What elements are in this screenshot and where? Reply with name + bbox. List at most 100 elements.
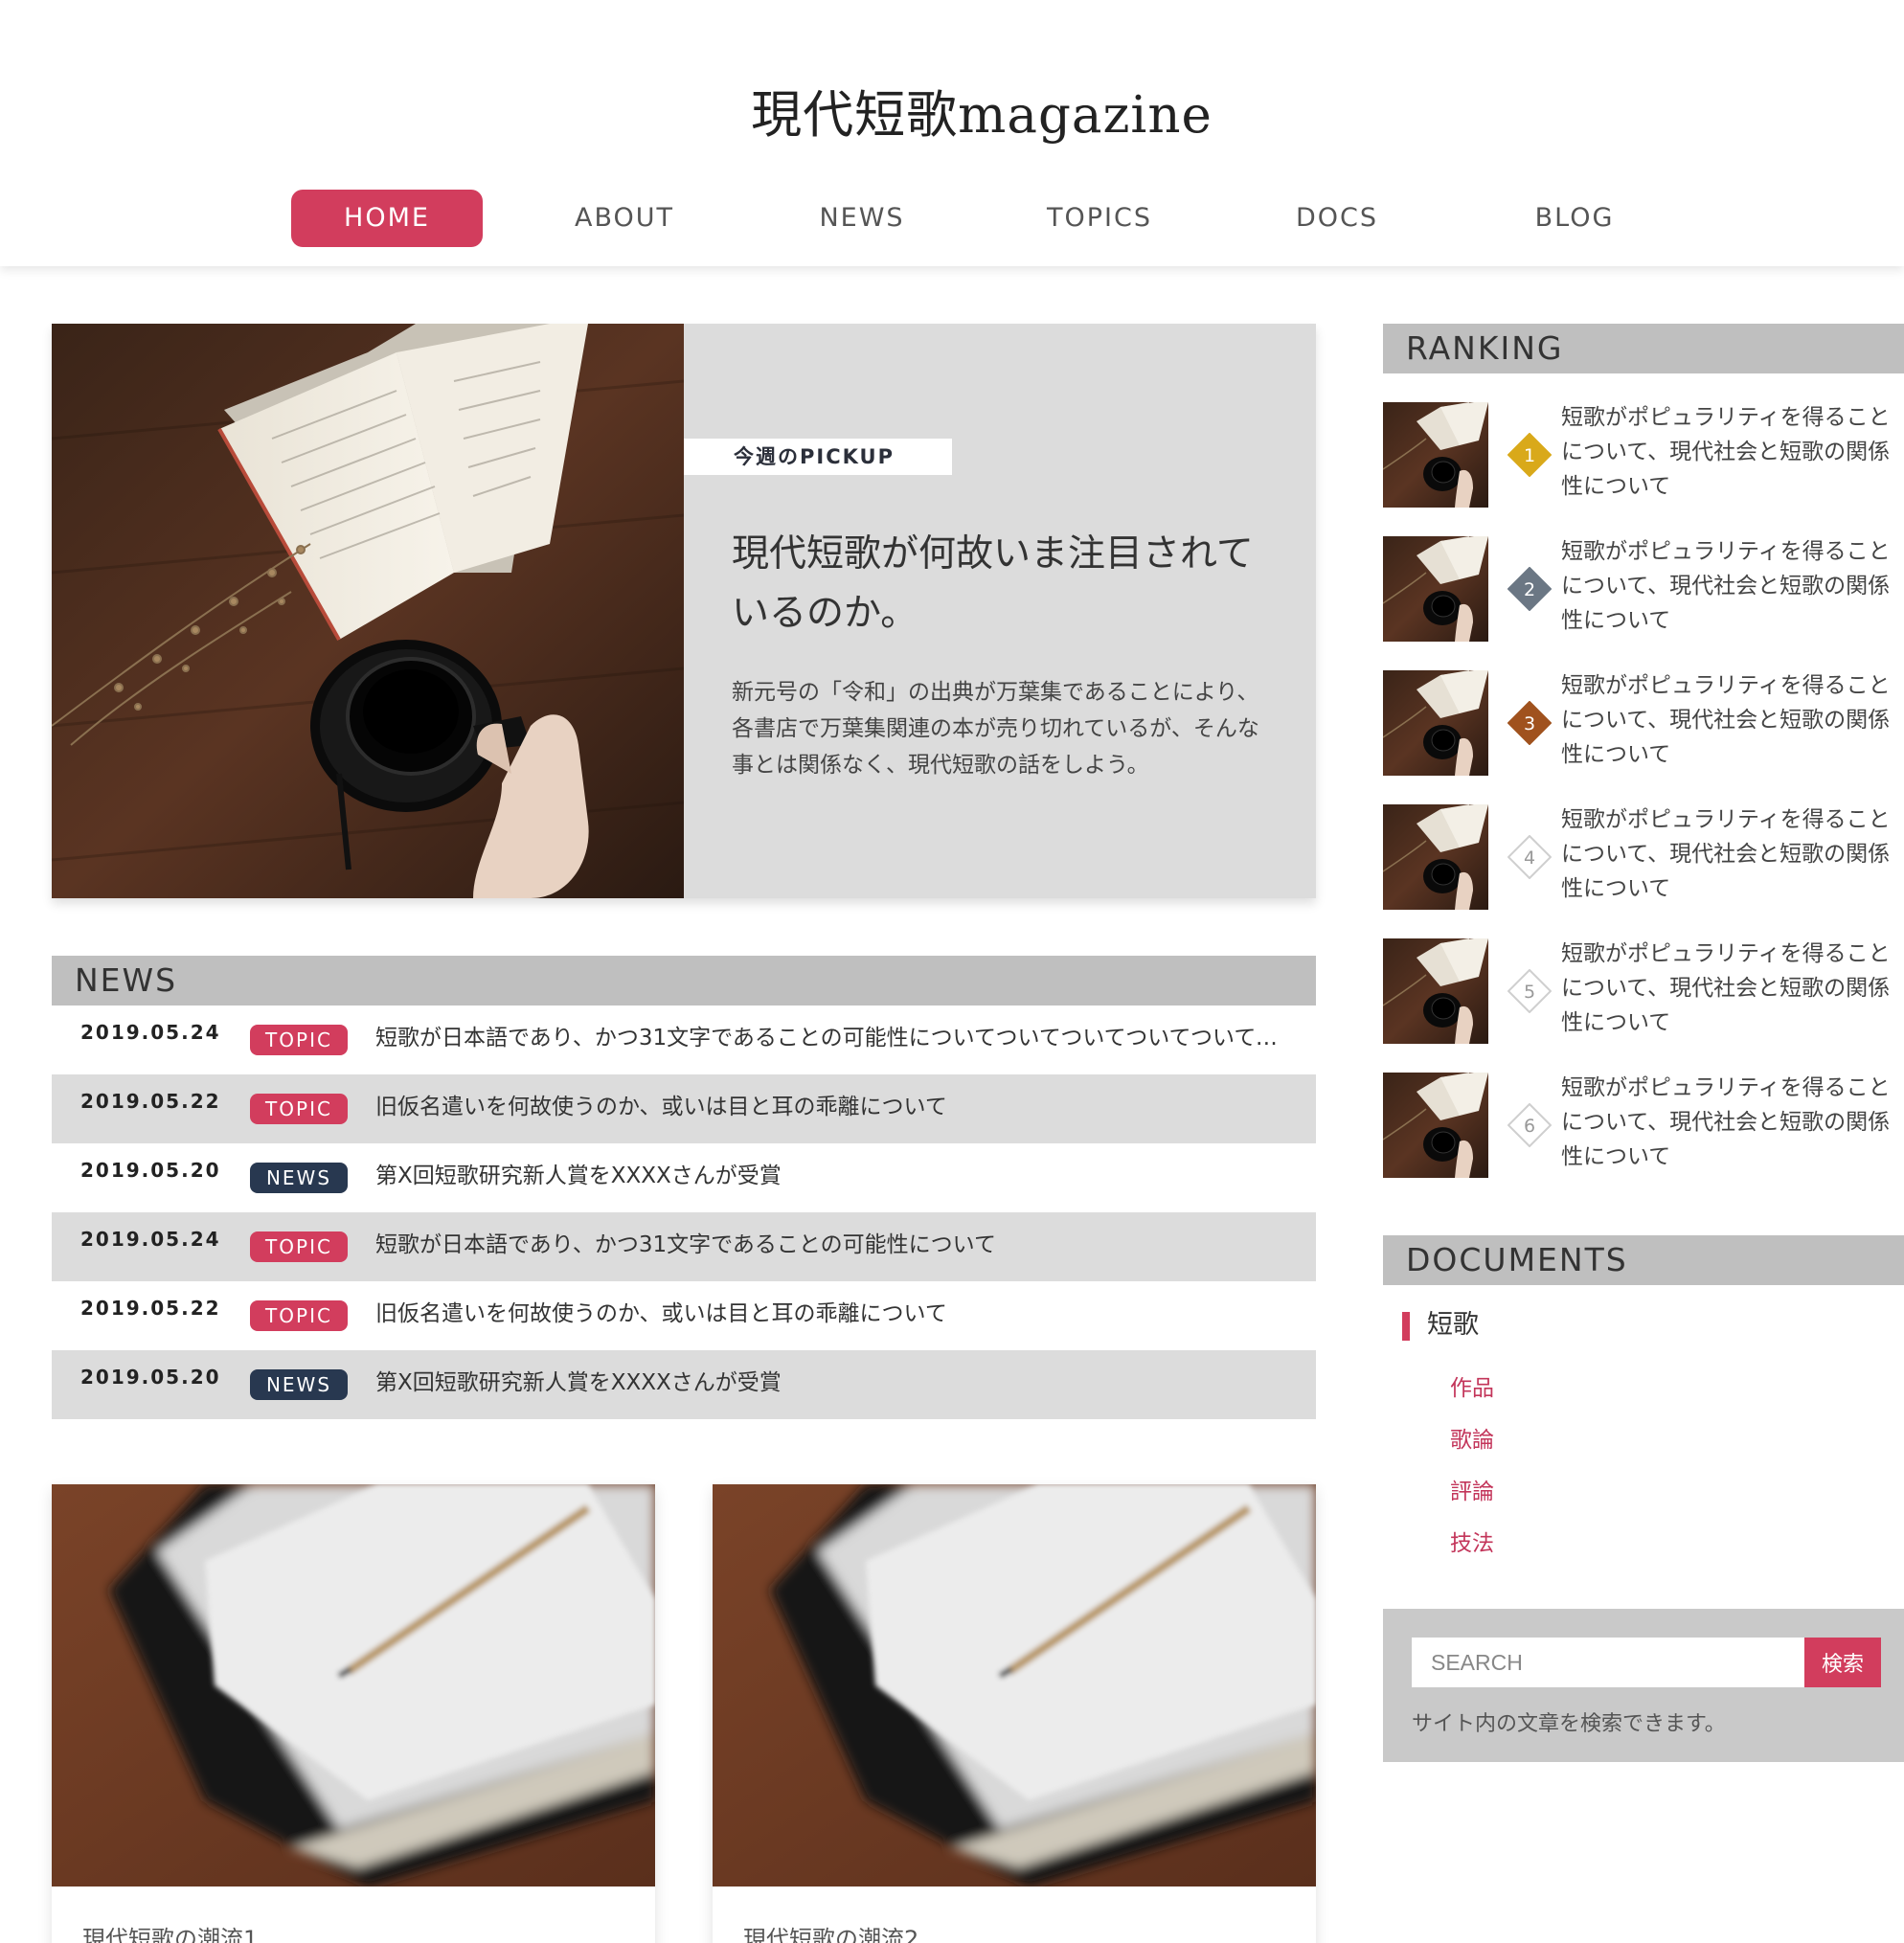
ranking-title-line: について、現代社会と短歌の関係 (1561, 574, 1891, 599)
ranking-thumbnail (1383, 804, 1488, 910)
doc-subitem[interactable]: 評論 (1450, 1473, 1494, 1505)
site-title[interactable]: 現代短歌magazine (0, 75, 1904, 147)
nav-docs[interactable]: DOCS (1241, 190, 1433, 247)
rank-number: 6 (1524, 1116, 1535, 1137)
ranking-title-line: について、現代社会と短歌の関係 (1561, 976, 1891, 1001)
nav-about[interactable]: ABOUT (529, 190, 720, 247)
news-date: 2019.05.20 (80, 1366, 221, 1389)
nav-home[interactable]: HOME (291, 190, 483, 247)
nav-news[interactable]: NEWS (766, 190, 958, 247)
pickup-label: 今週のPICKUP (684, 439, 952, 475)
doc-subitem[interactable]: 技法 (1450, 1525, 1494, 1557)
news-row[interactable]: 2019.05.22 TOPIC 旧仮名遣いを何故使うのか、或いは目と耳の乖離に… (52, 1074, 1316, 1143)
ranking-title-line: 性について (1561, 1010, 1671, 1035)
rank-number: 1 (1524, 445, 1535, 466)
card-photo (52, 1484, 655, 1887)
rank-badge-icon: 1 (1507, 432, 1553, 478)
news-tag: NEWS (250, 1369, 348, 1400)
doc-category[interactable]: 短歌 (1402, 1310, 1479, 1341)
search-panel: 検索 サイト内の文章を検索できます。 (1383, 1609, 1904, 1762)
news-date: 2019.05.20 (80, 1159, 221, 1182)
nav-blog[interactable]: BLOG (1479, 190, 1670, 247)
ranking-item[interactable]: 2 短歌がポピュラリティを得ること について、現代社会と短歌の関係 性について (1383, 536, 1904, 642)
news-title[interactable]: 短歌が日本語であり、かつ31文字であることの可能性についてついてついてついてつい… (375, 1019, 1295, 1051)
news-tag: TOPIC (250, 1300, 348, 1331)
news-row[interactable]: 2019.05.24 TOPIC 短歌が日本語であり、かつ31文字であることの可… (52, 1212, 1316, 1281)
rank-badge-icon: 5 (1507, 968, 1553, 1014)
ranking-thumbnail (1383, 670, 1488, 776)
news-row[interactable]: 2019.05.22 TOPIC 旧仮名遣いを何故使うのか、或いは目と耳の乖離に… (52, 1281, 1316, 1350)
main-nav: HOME ABOUT NEWS TOPICS DOCS BLOG (0, 190, 1904, 247)
ranking-title[interactable]: 短歌がポピュラリティを得ること について、現代社会と短歌の関係 性について (1561, 534, 1904, 638)
news-title[interactable]: 第X回短歌研究新人賞をXXXXさんが受賞 (375, 1157, 1295, 1189)
news-date: 2019.05.22 (80, 1297, 221, 1320)
rank-number: 5 (1524, 982, 1535, 1003)
ranking-title-line: について、現代社会と短歌の関係 (1561, 708, 1891, 733)
ranking-title-line: 短歌がポピュラリティを得ること (1561, 1075, 1891, 1100)
ranking-title[interactable]: 短歌がポピュラリティを得ること について、現代社会と短歌の関係 性について (1561, 1071, 1904, 1174)
ranking-thumbnail (1383, 402, 1488, 508)
ranking-thumbnail (1383, 536, 1488, 642)
ranking-title-line: 性について (1561, 1144, 1671, 1169)
news-title[interactable]: 旧仮名遣いを何故使うのか、或いは目と耳の乖離について (375, 1088, 1295, 1120)
card-title[interactable]: 現代短歌の潮流2 (743, 1920, 918, 1943)
ranking-title-line: 短歌がポピュラリティを得ること (1561, 405, 1891, 430)
news-row[interactable]: 2019.05.24 TOPIC 短歌が日本語であり、かつ31文字であることの可… (52, 1005, 1316, 1074)
nav-topics[interactable]: TOPICS (1004, 190, 1195, 247)
news-tag: NEWS (250, 1163, 348, 1193)
search-note: サイト内の文章を検索できます。 (1412, 1712, 1726, 1736)
documents-heading: DOCUMENTS (1383, 1235, 1904, 1285)
ranking-item[interactable]: 1 短歌がポピュラリティを得ること について、現代社会と短歌の関係 性について (1383, 402, 1904, 508)
ranking-item[interactable]: 5 短歌がポピュラリティを得ること について、現代社会と短歌の関係 性について (1383, 938, 1904, 1044)
card-photo (713, 1484, 1316, 1887)
search-button[interactable]: 検索 (1804, 1638, 1881, 1687)
news-date: 2019.05.24 (80, 1228, 221, 1251)
search-input[interactable] (1412, 1638, 1804, 1687)
doc-subitem[interactable]: 作品 (1450, 1369, 1494, 1402)
ranking-thumbnail (1383, 1073, 1488, 1178)
ranking-title-line: について、現代社会と短歌の関係 (1561, 440, 1891, 464)
ranking-title[interactable]: 短歌がポピュラリティを得ること について、現代社会と短歌の関係 性について (1561, 668, 1904, 772)
pickup-photo (52, 324, 684, 898)
pickup-feature[interactable]: 今週のPICKUP 現代短歌が何故いま注目されているのか。 新元号の「令和」の出… (52, 324, 1316, 898)
rank-number: 2 (1524, 579, 1535, 600)
news-heading: NEWS (52, 956, 1316, 1005)
news-date: 2019.05.22 (80, 1090, 221, 1113)
article-card[interactable]: 現代短歌の潮流1 (52, 1484, 655, 1943)
news-row[interactable]: 2019.05.20 NEWS 第X回短歌研究新人賞をXXXXさんが受賞 (52, 1350, 1316, 1419)
doc-subitem[interactable]: 歌論 (1450, 1421, 1494, 1454)
ranking-title-line: について、現代社会と短歌の関係 (1561, 842, 1891, 867)
ranking-title-line: について、現代社会と短歌の関係 (1561, 1110, 1891, 1135)
rank-number: 4 (1524, 847, 1535, 869)
news-title[interactable]: 第X回短歌研究新人賞をXXXXさんが受賞 (375, 1364, 1295, 1396)
card-title[interactable]: 現代短歌の潮流1 (82, 1920, 258, 1943)
ranking-title[interactable]: 短歌がポピュラリティを得ること について、現代社会と短歌の関係 性について (1561, 400, 1904, 504)
ranking-title[interactable]: 短歌がポピュラリティを得ること について、現代社会と短歌の関係 性について (1561, 802, 1904, 906)
ranking-title-line: 短歌がポピュラリティを得ること (1561, 539, 1891, 564)
ranking-title[interactable]: 短歌がポピュラリティを得ること について、現代社会と短歌の関係 性について (1561, 937, 1904, 1040)
ranking-item[interactable]: 4 短歌がポピュラリティを得ること について、現代社会と短歌の関係 性について (1383, 804, 1904, 910)
rank-badge-icon: 2 (1507, 566, 1553, 612)
ranking-title-line: 短歌がポピュラリティを得ること (1561, 673, 1891, 698)
rank-badge-icon: 6 (1507, 1102, 1553, 1148)
ranking-title-line: 性について (1561, 876, 1671, 901)
rank-badge-icon: 4 (1507, 834, 1553, 880)
ranking-title-line: 短歌がポピュラリティを得ること (1561, 941, 1891, 966)
rank-number: 3 (1524, 713, 1535, 734)
news-tag: TOPIC (250, 1094, 348, 1124)
pickup-title[interactable]: 現代短歌が何故いま注目されているのか。 (732, 525, 1287, 644)
ranking-thumbnail (1383, 938, 1488, 1044)
site-header: 現代短歌magazine HOME ABOUT NEWS TOPICS DOCS… (0, 0, 1904, 266)
news-date: 2019.05.24 (80, 1021, 221, 1044)
ranking-title-line: 性について (1561, 474, 1671, 499)
rank-badge-icon: 3 (1507, 700, 1553, 746)
news-title[interactable]: 短歌が日本語であり、かつ31文字であることの可能性について (375, 1226, 1295, 1258)
ranking-heading: RANKING (1383, 324, 1904, 373)
article-card[interactable]: 現代短歌の潮流2 (713, 1484, 1316, 1943)
news-title[interactable]: 旧仮名遣いを何故使うのか、或いは目と耳の乖離について (375, 1295, 1295, 1327)
ranking-item[interactable]: 3 短歌がポピュラリティを得ること について、現代社会と短歌の関係 性について (1383, 670, 1904, 776)
news-row[interactable]: 2019.05.20 NEWS 第X回短歌研究新人賞をXXXXさんが受賞 (52, 1143, 1316, 1212)
news-tag: TOPIC (250, 1025, 348, 1055)
ranking-item[interactable]: 6 短歌がポピュラリティを得ること について、現代社会と短歌の関係 性について (1383, 1073, 1904, 1178)
pickup-description: 新元号の「令和」の出典が万葉集であることにより、各書店で万葉集関連の本が売り切れ… (732, 680, 1259, 778)
